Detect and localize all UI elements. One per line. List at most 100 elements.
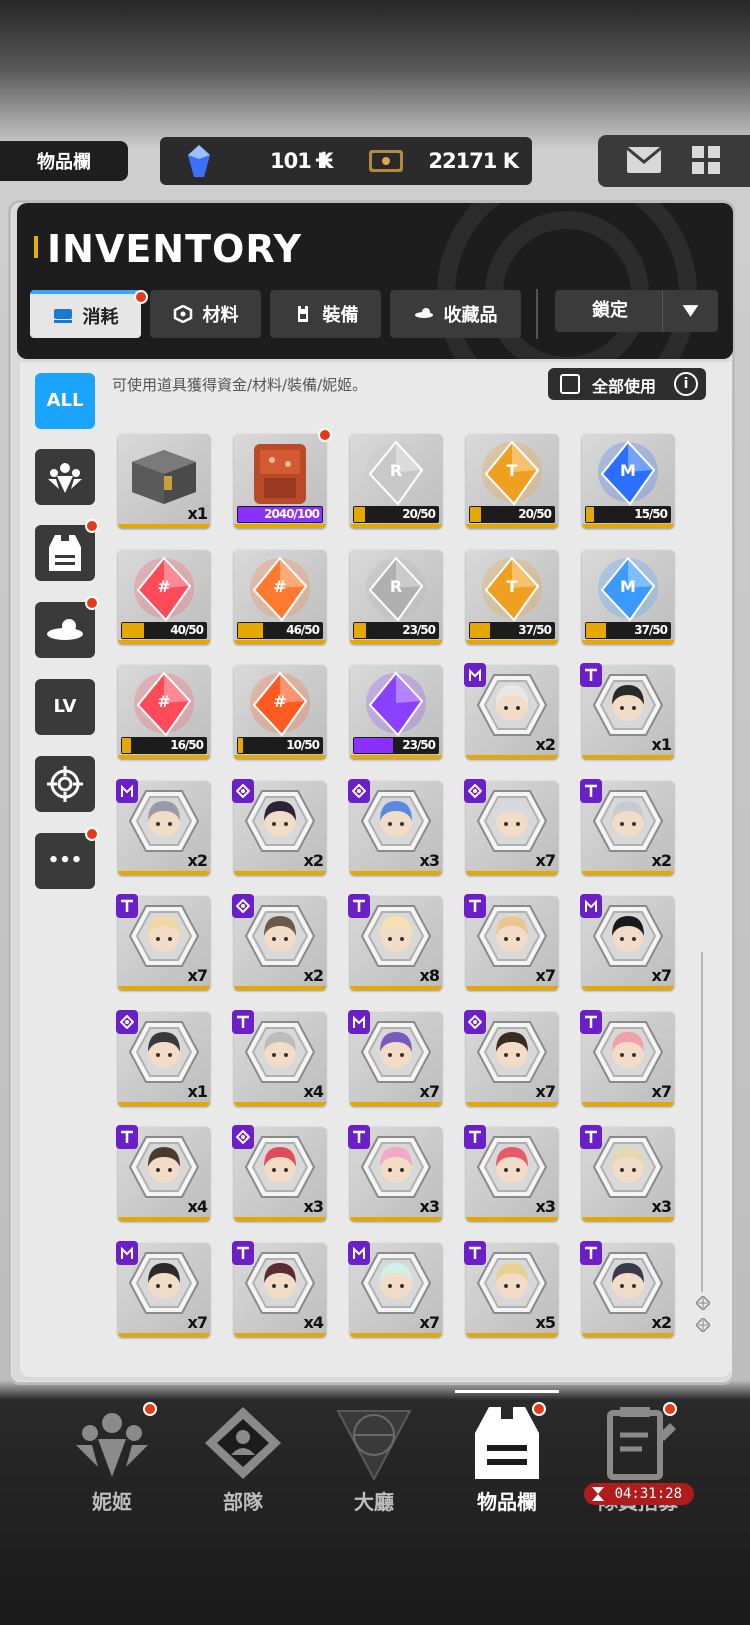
inventory-item[interactable]: x4 [232, 1009, 326, 1106]
inventory-item[interactable]: x7 [116, 894, 210, 990]
inventory-item[interactable]: x2 [580, 1240, 674, 1337]
use-all-button[interactable]: 全部使用 i [548, 368, 706, 400]
filter-collection[interactable] [35, 596, 99, 658]
item-quantity: x4 [303, 1312, 324, 1332]
notification-dot [532, 1402, 546, 1416]
inventory-item[interactable]: x3 [232, 1125, 326, 1221]
inventory-item[interactable]: x7 [348, 1240, 442, 1337]
svg-text:T: T [507, 461, 518, 480]
nav-recruit[interactable]: 隊員招募 [573, 1390, 703, 1530]
inventory-item[interactable]: x7 [348, 1009, 442, 1106]
inventory-item[interactable]: x1 [118, 434, 210, 528]
inventory-item[interactable]: M 15/50 [582, 434, 674, 528]
filter-nikke[interactable] [35, 449, 95, 505]
filter-more[interactable]: ••• [35, 827, 99, 889]
inventory-item[interactable]: M 37/50 [582, 549, 674, 644]
nav-label: 物品欄 [477, 1490, 537, 1514]
inventory-item[interactable]: #10/50 [234, 665, 326, 759]
item-quantity: x3 [651, 1197, 672, 1216]
filter-target[interactable] [35, 756, 95, 812]
inventory-item[interactable]: 23/50 [350, 665, 442, 759]
backpack-icon [254, 444, 306, 504]
class-badge-icon [116, 1240, 138, 1265]
class-badge-icon [580, 1125, 602, 1149]
inventory-item[interactable]: x2 [232, 894, 326, 990]
credits-value: 22171 K [428, 149, 519, 173]
item-quantity: x7 [187, 1312, 208, 1332]
inventory-item[interactable]: T 37/50 [466, 549, 558, 644]
tab-divider [536, 289, 538, 339]
tab-equipment[interactable]: 裝備 [270, 290, 381, 338]
inventory-item[interactable]: R 20/50 [350, 434, 442, 528]
scrollbar[interactable] [701, 952, 703, 1292]
inventory-item[interactable]: x5 [464, 1240, 558, 1337]
inventory-item[interactable]: x3 [464, 1125, 558, 1221]
ssr-crystal-icon: # [250, 555, 310, 622]
svg-text:R: R [390, 577, 402, 596]
tab-label: 材料 [202, 305, 239, 326]
inventory-item[interactable]: x2 [464, 663, 558, 759]
notification-dot [663, 1402, 677, 1416]
progress-bar: 15/50 [585, 506, 671, 523]
notification-dot [85, 519, 99, 533]
collection-icon [414, 308, 433, 318]
inventory-item[interactable]: x2 [580, 778, 674, 875]
class-badge-icon [116, 778, 138, 803]
inventory-item[interactable]: x3 [348, 778, 442, 875]
inventory-item[interactable]: x3 [580, 1125, 674, 1221]
filter-level-up[interactable]: LV [35, 679, 95, 735]
filter-equipment[interactable] [35, 519, 99, 581]
grid-menu-icon[interactable] [690, 144, 722, 176]
inventory-item[interactable]: x7 [580, 894, 674, 990]
lock-dropdown-label: 鎖定 [592, 300, 628, 321]
inventory-item[interactable]: x4 [232, 1240, 326, 1337]
filter-all[interactable]: ALL [35, 373, 95, 429]
mail-icon[interactable] [626, 146, 662, 174]
inventory-item[interactable]: #40/50 [118, 549, 210, 644]
inventory-item[interactable]: R 23/50 [350, 549, 442, 644]
nav-squad[interactable]: 部隊 [178, 1390, 308, 1530]
inventory-item[interactable]: #46/50 [234, 549, 326, 644]
use-all-checkbox[interactable] [560, 374, 580, 394]
inventory-item[interactable]: x2 [116, 778, 210, 875]
class-badge-icon [580, 663, 602, 687]
recruit-icon [607, 1407, 676, 1480]
inventory-item[interactable]: 2040/100 [234, 428, 332, 528]
nav-nikke[interactable]: 妮姬 [47, 1390, 177, 1530]
inventory-item[interactable]: x7 [464, 894, 558, 990]
inventory-item[interactable]: x1 [116, 1009, 210, 1106]
svg-text:#: # [157, 577, 170, 596]
progress-bar: 10/50 [237, 737, 323, 754]
buy-gems-button[interactable]: + [310, 145, 338, 175]
inventory-item[interactable]: x1 [580, 663, 674, 759]
tab-materials[interactable]: 材料 [150, 290, 261, 338]
nav-lobby[interactable]: 大廳 [309, 1390, 439, 1530]
inventory-item[interactable]: T 20/50 [466, 434, 558, 528]
item-quantity: x4 [187, 1197, 208, 1216]
inventory-item[interactable]: x7 [116, 1240, 210, 1337]
class-badge-icon [348, 778, 370, 803]
notification-dot [134, 290, 148, 304]
inventory-item[interactable]: #16/50 [118, 665, 210, 759]
progress-fill [586, 507, 594, 522]
ssr-crystal-icon: T [482, 440, 542, 506]
inventory-item[interactable]: x2 [232, 778, 326, 875]
inventory-item[interactable]: x7 [464, 1009, 558, 1106]
inventory-item[interactable]: x3 [348, 1125, 442, 1221]
class-badge-icon [464, 1009, 486, 1034]
tab-consumables[interactable]: 消耗 [30, 290, 148, 338]
inventory-item[interactable]: x7 [464, 778, 558, 875]
progress-text: 23/50 [402, 622, 436, 637]
info-icon[interactable]: i [674, 372, 698, 396]
nav-inventory[interactable]: 物品欄 [442, 1390, 572, 1530]
inventory-item[interactable]: x8 [348, 894, 442, 990]
tab-collection[interactable]: 收藏品 [390, 290, 521, 338]
lock-dropdown[interactable]: 鎖定 [555, 290, 718, 332]
class-badge-icon [580, 1009, 602, 1034]
class-badge-icon [348, 1009, 370, 1034]
item-quantity: x8 [419, 966, 440, 985]
inventory-item[interactable]: x4 [116, 1125, 210, 1221]
ssr-crystal-icon: M [598, 440, 658, 506]
inventory-item[interactable]: x7 [580, 1009, 674, 1106]
progress-text: 40/50 [170, 622, 204, 637]
